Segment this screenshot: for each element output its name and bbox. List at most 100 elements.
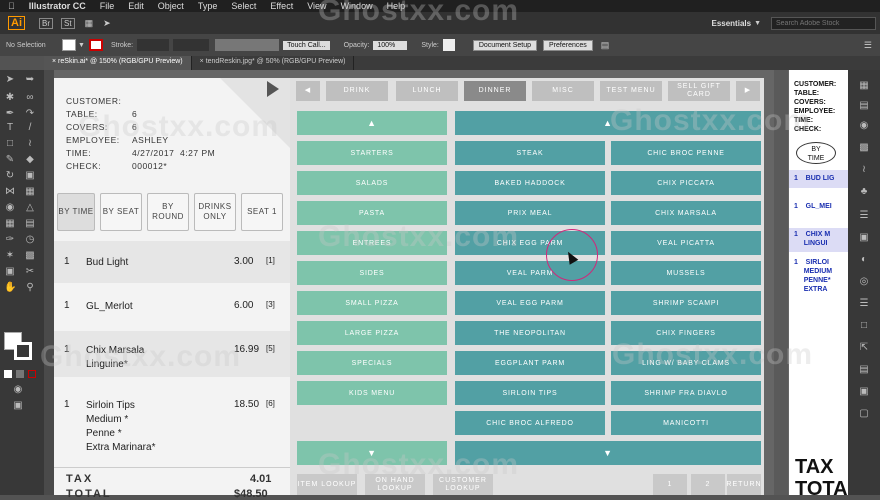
brush-icon[interactable]: ≀: [24, 138, 36, 150]
eraser-icon[interactable]: ◆: [24, 154, 36, 166]
page-2-button[interactable]: 2: [691, 474, 725, 495]
brushes-icon[interactable]: ≀: [858, 164, 870, 176]
item-chix-marsala[interactable]: CHIX MARSALA: [611, 201, 761, 225]
brush-definition[interactable]: Touch Call...: [283, 40, 330, 50]
symbols-icon[interactable]: ♣: [858, 186, 870, 198]
stroke-width-field[interactable]: [137, 39, 170, 51]
document-setup-button[interactable]: Document Setup: [472, 39, 538, 51]
sort-by-time-button[interactable]: BY TIME: [57, 193, 95, 231]
group-large-pizza[interactable]: LARGE PIZZA: [297, 321, 447, 345]
stroke-color-swatch[interactable]: [14, 342, 32, 360]
item-shrimp-fra-diavlo[interactable]: SHRIMP FRA DIAVLO: [611, 381, 761, 405]
groups-scroll-up-icon[interactable]: ▲: [297, 111, 447, 135]
none-mode-icon[interactable]: [28, 370, 36, 378]
return-button[interactable]: RETURN: [726, 474, 761, 495]
item-chix-piccata[interactable]: CHIX PICCATA: [611, 171, 761, 195]
transform-icon[interactable]: ▢: [858, 408, 870, 420]
color-icon[interactable]: ◉: [858, 120, 870, 132]
line-icon[interactable]: /: [24, 122, 36, 134]
bridge-button[interactable]: Br: [39, 17, 53, 29]
category-lunch[interactable]: LUNCH: [396, 81, 458, 101]
rectangle-icon[interactable]: □: [4, 138, 16, 150]
item-steak[interactable]: STEAK: [455, 141, 605, 165]
gradient-mode-icon[interactable]: [16, 370, 24, 378]
category-next-arrow[interactable]: ▶: [736, 81, 760, 101]
selection-tool-icon[interactable]: ➤: [4, 74, 16, 86]
pencil-icon[interactable]: ✎: [4, 154, 16, 166]
sort-by-round-button[interactable]: BY ROUND: [147, 193, 189, 231]
free-transform-icon[interactable]: ▦: [24, 186, 36, 198]
gradient-icon[interactable]: ▤: [24, 218, 36, 230]
swatches-icon[interactable]: ▩: [858, 142, 870, 154]
pathfinder-icon[interactable]: ▣: [858, 386, 870, 398]
tab-tendreskin[interactable]: × tendReskin.jpg* @ 50% (RGB/GPU Preview…: [192, 56, 355, 70]
chevron-down-icon[interactable]: ▼: [78, 42, 85, 49]
pen-icon[interactable]: ✒: [4, 108, 16, 120]
fill-swatch[interactable]: [62, 39, 76, 51]
perspective-icon[interactable]: △: [24, 202, 36, 214]
align-icon[interactable]: ▤: [601, 40, 610, 51]
align-panel-icon[interactable]: ▤: [858, 364, 870, 376]
group-kids-menu[interactable]: KIDS MENU: [297, 381, 447, 405]
opacity-field[interactable]: 100%: [373, 40, 408, 50]
app-name[interactable]: Illustrator CC: [29, 1, 86, 11]
curvature-icon[interactable]: ↷: [24, 108, 36, 120]
stock-search-input[interactable]: [771, 16, 876, 30]
stroke-style-field[interactable]: [173, 39, 210, 51]
workspace-switcher[interactable]: Essentials: [711, 19, 751, 28]
close-icon[interactable]: ×: [200, 58, 204, 65]
group-specials[interactable]: SPECIALS: [297, 351, 447, 375]
drinks-only-button[interactable]: DRINKS ONLY: [194, 193, 236, 231]
color-mode-icon[interactable]: [4, 370, 12, 378]
rotate-icon[interactable]: ↻: [4, 170, 16, 182]
scale-icon[interactable]: ▣: [24, 170, 36, 182]
item-the-neopolitan[interactable]: THE NEOPOLITAN: [455, 321, 605, 345]
group-small-pizza[interactable]: SMALL PIZZA: [297, 291, 447, 315]
group-starters[interactable]: STARTERS: [297, 141, 447, 165]
blend-icon[interactable]: ◷: [24, 234, 36, 246]
seat-1-button[interactable]: SEAT 1: [241, 193, 283, 231]
eyedropper-icon[interactable]: ✑: [4, 234, 16, 246]
page-1-button[interactable]: 1: [653, 474, 687, 495]
menu-object[interactable]: Object: [158, 1, 184, 11]
width-icon[interactable]: ⋈: [4, 186, 16, 198]
menu-effect[interactable]: Effect: [270, 1, 293, 11]
zoom-icon[interactable]: ⚲: [24, 282, 36, 294]
magic-wand-icon[interactable]: ✱: [4, 92, 16, 104]
slice-icon[interactable]: ✂: [24, 266, 36, 278]
type-icon[interactable]: T: [4, 122, 16, 134]
item-manicotti[interactable]: MANICOTTI: [611, 411, 761, 435]
item-baked-haddock[interactable]: BAKED HADDOCK: [455, 171, 605, 195]
style-swatch[interactable]: [442, 39, 455, 51]
hand-icon[interactable]: ✋: [4, 282, 16, 294]
category-prev-arrow[interactable]: ◀: [296, 81, 320, 101]
menu-icon[interactable]: ☰: [864, 40, 872, 51]
menu-type[interactable]: Type: [198, 1, 218, 11]
item-chic-broc-penne[interactable]: CHIC BROC PENNE: [611, 141, 761, 165]
preferences-button[interactable]: Preferences: [543, 39, 593, 51]
mesh-icon[interactable]: ▦: [4, 218, 16, 230]
item-sirloin-tips[interactable]: SIRLOIN TIPS: [455, 381, 605, 405]
appearance-icon[interactable]: ◎: [858, 276, 870, 288]
menu-file[interactable]: File: [100, 1, 115, 11]
shape-builder-icon[interactable]: ◉: [4, 202, 16, 214]
close-icon[interactable]: ×: [52, 58, 56, 65]
stroke-icon[interactable]: ☰: [858, 210, 870, 222]
arrange-icon[interactable]: ▦: [85, 18, 94, 29]
item-veal-picatta[interactable]: VEAL PICATTA: [611, 231, 761, 255]
properties-icon[interactable]: ▦: [858, 80, 870, 92]
collapse-arrow-icon[interactable]: [267, 81, 279, 97]
group-sides[interactable]: SIDES: [297, 261, 447, 285]
screen-mode-icon[interactable]: ▣: [12, 400, 24, 412]
direct-selection-icon[interactable]: ➥: [24, 74, 36, 86]
item-shrimp-scampi[interactable]: SHRIMP SCAMPI: [611, 291, 761, 315]
category-dinner[interactable]: DINNER: [464, 81, 526, 101]
group-salads[interactable]: SALADS: [297, 171, 447, 195]
menu-select[interactable]: Select: [231, 1, 256, 11]
stock-button[interactable]: St: [61, 17, 75, 29]
libraries-icon[interactable]: ▤: [858, 100, 870, 112]
sort-by-seat-button[interactable]: BY SEAT: [100, 193, 142, 231]
chevron-down-icon[interactable]: ▼: [754, 20, 761, 27]
symbol-sprayer-icon[interactable]: ✶: [4, 250, 16, 262]
layers-icon[interactable]: ☰: [858, 298, 870, 310]
